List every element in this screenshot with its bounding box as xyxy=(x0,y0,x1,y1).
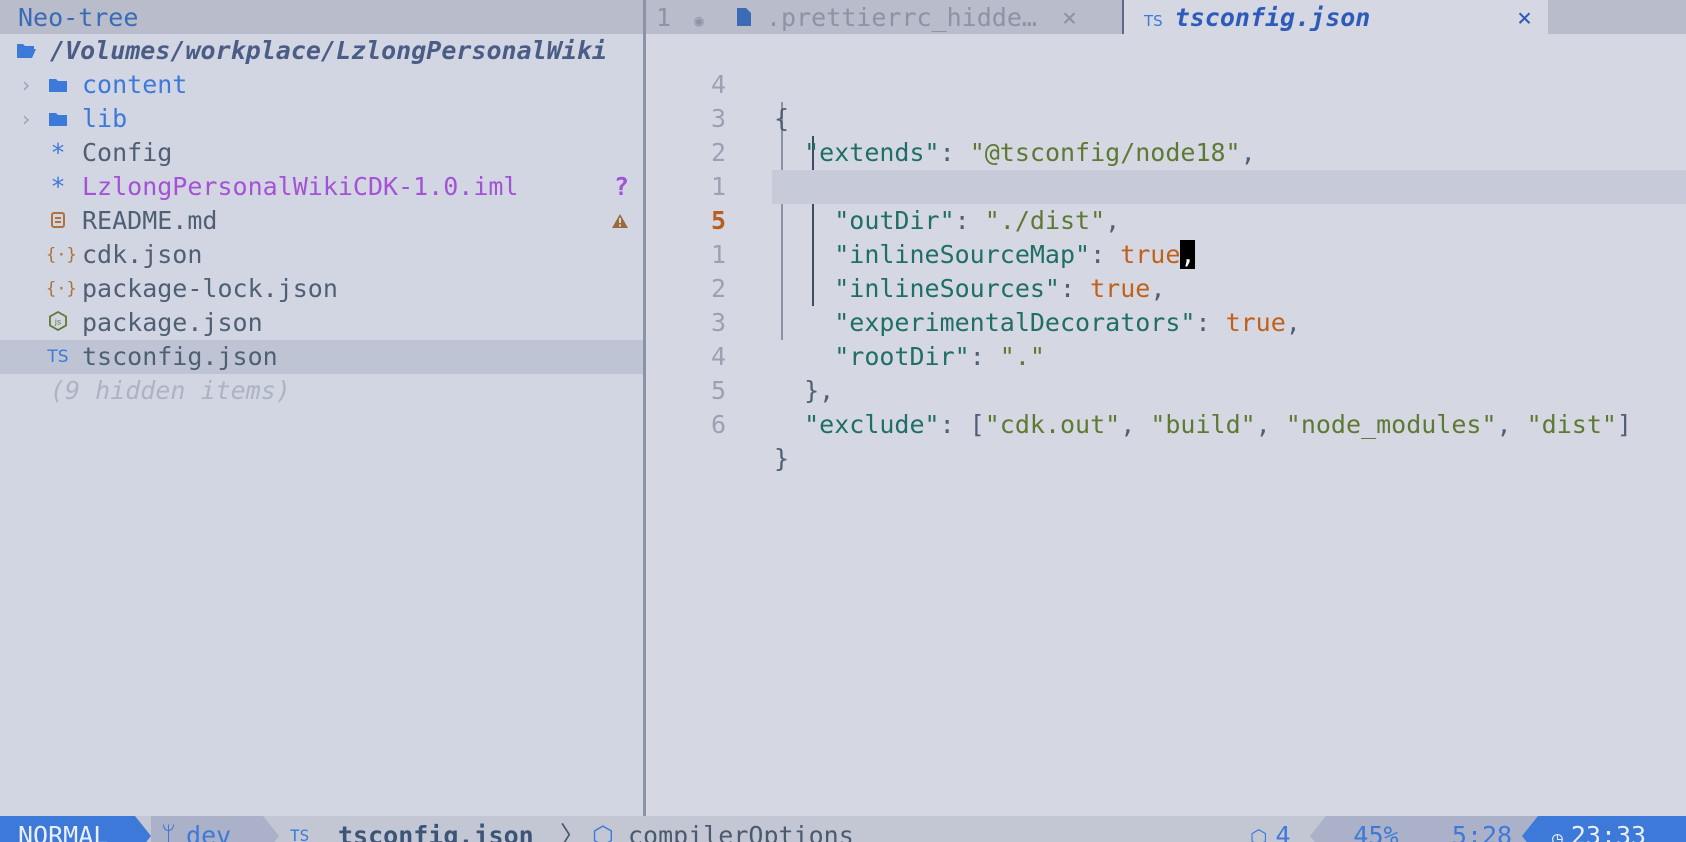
code-editor[interactable]: 4 { 3 "extends": "@tsconfig/node18", 2 "… xyxy=(646,34,1686,816)
typescript-icon: TS xyxy=(290,826,310,842)
code-line: 1 "inlineSources": true, xyxy=(646,204,1686,303)
module-icon: ⬡ xyxy=(592,821,614,842)
tree-item-label: lib xyxy=(82,104,128,133)
clock-icon: ◷ xyxy=(1552,828,1563,842)
tab-label: tsconfig.json xyxy=(1174,3,1371,32)
tab-tsconfig[interactable]: TS tsconfig.json × xyxy=(1124,0,1548,34)
nodejs-icon: js xyxy=(46,306,70,340)
tree-item-cdk-json[interactable]: {·} cdk.json xyxy=(0,238,643,272)
lsp-count: 4 xyxy=(1275,821,1291,842)
star-icon: * xyxy=(50,138,66,167)
tree-item-label: package.json xyxy=(82,308,263,337)
clock: ◷ 23:33 xyxy=(1538,816,1686,842)
tree-item-label: package-lock.json xyxy=(82,274,338,303)
file-icon xyxy=(736,1,752,37)
tab-close-icon[interactable]: × xyxy=(1062,3,1077,32)
typescript-icon: TS xyxy=(47,347,69,367)
typescript-icon: TS xyxy=(1144,12,1163,30)
star-icon: * xyxy=(50,172,66,201)
tree-item-package-lock[interactable]: {·} package-lock.json xyxy=(0,272,643,306)
status-filename: tsconfig.json xyxy=(338,821,534,842)
untracked-badge: ? xyxy=(613,172,629,201)
tab-prettierrc[interactable]: .prettierrc_hidde… × xyxy=(736,0,1116,34)
hidden-items-note: (9 hidden items) xyxy=(0,374,643,408)
tree-item-label: Config xyxy=(82,138,173,167)
folder-icon xyxy=(46,68,70,102)
tree-item-readme[interactable]: README.md xyxy=(0,204,643,238)
tree-item-lib[interactable]: › lib xyxy=(0,102,643,136)
clock-time: 23:33 xyxy=(1570,821,1647,842)
mode-indicator: NORMAL xyxy=(0,816,135,842)
separator-arrow xyxy=(1522,816,1538,842)
tree-item-label: README.md xyxy=(82,206,218,235)
sidebar-title: Neo-tree xyxy=(0,0,643,34)
markdown-icon xyxy=(46,204,70,238)
git-branch-label: dev xyxy=(186,821,232,842)
buffer-count-label: 1 xyxy=(656,3,672,32)
chevron-right-icon: › xyxy=(20,107,33,131)
tree-item-config[interactable]: * Config xyxy=(0,136,643,170)
separator-arrow xyxy=(263,816,279,842)
git-branch: ᛘ dev xyxy=(151,816,263,842)
folder-open-icon xyxy=(14,34,38,68)
buffer-count: 1 ◉ xyxy=(656,0,704,34)
code-line: 1 "outDir": "./dist", xyxy=(646,136,1686,235)
separator-arrow xyxy=(1310,816,1326,842)
code-line: 6 } xyxy=(646,374,1686,473)
status-line: NORMAL ᛘ dev TS tsconfig.json 〉 ⬡ compile… xyxy=(0,816,1686,842)
warning-icon xyxy=(611,204,629,238)
code-line: 3 "extends": "@tsconfig/node18", xyxy=(646,68,1686,167)
tree-item-label: cdk.json xyxy=(82,240,203,269)
tree-root-path: /Volumes/workplace/LzlongPersonalWiki xyxy=(50,36,607,65)
code-text: } xyxy=(774,444,790,473)
file-tree: /Volumes/workplace/LzlongPersonalWiki › … xyxy=(0,34,643,408)
line-number: 6 xyxy=(710,410,726,439)
json-icon: {·} xyxy=(46,245,77,265)
tree-item-tsconfig[interactable]: TS tsconfig.json xyxy=(0,340,643,374)
chevron-right-icon: › xyxy=(20,73,33,97)
code-line-current: 5 "inlineSourceMap": true, xyxy=(646,170,1686,269)
tree-item-iml[interactable]: * LzlongPersonalWikiCDK-1.0.iml ? xyxy=(0,170,643,204)
code-line: 3 "rootDir": "." xyxy=(646,272,1686,371)
scroll-percent: 45% xyxy=(1326,816,1426,842)
cube-icon: ⬡ xyxy=(1250,825,1268,842)
breadcrumb-separator-icon: 〉 xyxy=(560,821,586,842)
tree-item-label: LzlongPersonalWikiCDK-1.0.iml xyxy=(82,172,519,201)
code-line: 2 "experimentalDecorators": true, xyxy=(646,238,1686,337)
hidden-items-label: (9 hidden items) xyxy=(50,376,291,405)
svg-text:js: js xyxy=(54,318,61,327)
code-line: 2 "compilerOptions": { xyxy=(646,102,1686,201)
git-branch-icon: ᛘ xyxy=(161,821,177,842)
tree-item-content[interactable]: › content xyxy=(0,68,643,102)
json-icon: {·} xyxy=(46,279,77,299)
tree-root[interactable]: /Volumes/workplace/LzlongPersonalWiki xyxy=(0,34,643,68)
tree-item-label: tsconfig.json xyxy=(82,342,278,371)
code-text: "exclude": ["cdk.out", "build", "node_mo… xyxy=(804,410,1632,439)
neo-tree-sidebar: Neo-tree /Volumes/workplace/LzlongPerson… xyxy=(0,0,646,816)
tab-label: .prettierrc_hidde… xyxy=(766,3,1037,32)
breadcrumb[interactable]: compilerOptions xyxy=(628,816,854,842)
tree-item-package-json[interactable]: js package.json xyxy=(0,306,643,340)
buffer-circle-icon: ◉ xyxy=(694,11,704,30)
separator-arrow xyxy=(135,816,151,842)
code-line: 4 }, xyxy=(646,306,1686,405)
lsp-status: ⬡ 4 xyxy=(1250,816,1291,842)
code-line: 4 { xyxy=(646,34,1686,133)
tab-close-icon[interactable]: × xyxy=(1517,0,1532,36)
tree-item-label: content xyxy=(82,70,188,99)
folder-icon xyxy=(46,102,70,136)
tab-bar: 1 ◉ .prettierrc_hidde… × TS tsconfig.json… xyxy=(646,0,1686,34)
code-line: 5 "exclude": ["cdk.out", "build", "node_… xyxy=(646,340,1686,439)
